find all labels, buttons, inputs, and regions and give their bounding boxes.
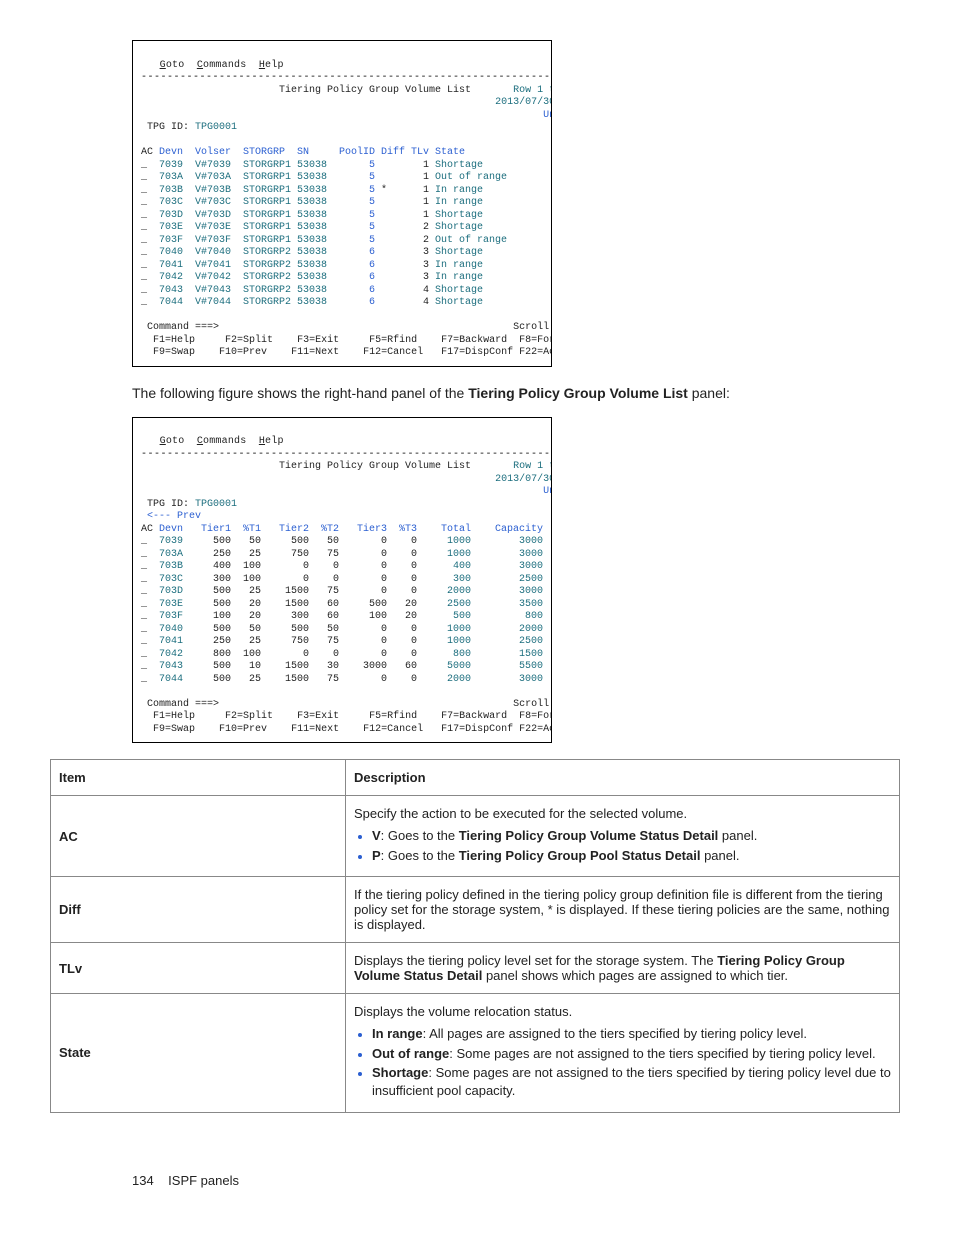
table-row: _703DV#703DSTORGRP1530385 1 Shortage <box>141 210 543 223</box>
menu-commands[interactable]: C <box>197 436 203 447</box>
table-row: _7043V#7043STORGRP2530386 4 Shortage <box>141 285 543 298</box>
header-line3: Unit : Page <box>141 486 552 497</box>
table-row: DiffIf the tiering policy defined in the… <box>51 877 900 943</box>
table-row: _703EV#703ESTORGRP1530385 2 Shortage <box>141 222 543 235</box>
terminal-panel-left: Goto Commands Help ---------------------… <box>132 40 552 367</box>
desc-cell: Specify the action to be executed for th… <box>346 796 900 877</box>
terminal-panel-right: Goto Commands Help ---------------------… <box>132 417 552 744</box>
prev-indicator: <--- Prev <box>147 511 201 522</box>
fkeys-line1: F1=Help F2=Split F3=Exit F5=Rfind F7=Bac… <box>141 335 552 346</box>
table-row: _70435001015003030006050005500 <box>141 661 543 674</box>
tpg-line: TPG ID: TPG0001 <box>141 499 237 510</box>
table-row: _703D500251500750020003000 <box>141 586 543 599</box>
table-row: _7041V#7041STORGRP2530386 3 In range <box>141 260 543 273</box>
table-row: _704125025750750010002500 <box>141 636 543 649</box>
section-title: ISPF panels <box>168 1173 239 1188</box>
menu-help[interactable]: H <box>259 436 265 447</box>
header-line3: Unit : Page <box>141 110 552 121</box>
cmd-line[interactable]: Command ===> Scroll ===> PAGE <box>141 699 552 710</box>
page-number: 134 <box>132 1173 154 1188</box>
item-cell: State <box>51 994 346 1112</box>
item-cell: AC <box>51 796 346 877</box>
header-line1: Tiering Policy Group Volume List Row 1 t… <box>141 461 552 472</box>
desc-cell: If the tiering policy defined in the tie… <box>346 877 900 943</box>
col-desc: Description <box>346 760 900 796</box>
panel1-headers: ACDevnVolserSTORGRPSNPoolIDDiffTLvState <box>141 147 465 158</box>
desc-cell: Displays the volume relocation status.In… <box>346 994 900 1112</box>
panel2-headers: ACDevnTier1%T1Tier2%T2Tier3%T3TotalCapac… <box>141 524 543 535</box>
fkeys-line1: F1=Help F2=Split F3=Exit F5=Rfind F7=Bac… <box>141 711 552 722</box>
table-row: _704280010000008001500 <box>141 649 543 662</box>
tpg-line: TPG ID: TPG0001 <box>141 122 237 133</box>
table-row: _703A25025750750010003000 <box>141 549 543 562</box>
table-row: StateDisplays the volume relocation stat… <box>51 994 900 1112</box>
cmd-line[interactable]: Command ===> Scroll ===> PAGE <box>141 322 552 333</box>
table-row: _703C30010000003002500 <box>141 574 543 587</box>
prev-line: <--- Prev <box>141 511 201 522</box>
menu-bar[interactable]: Goto Commands Help <box>141 60 284 71</box>
table-row: _7044V#7044STORGRP2530386 4 Shortage <box>141 297 543 310</box>
table-row: _703BV#703BSTORGRP1530385 *1 In range <box>141 185 543 198</box>
table-row: _703E500201500605002025003500 <box>141 599 543 612</box>
caption: The following figure shows the right-han… <box>132 383 904 403</box>
table-row: _7044500251500750020003000 <box>141 674 543 687</box>
table-row: _703CV#703CSTORGRP1530385 1 In range <box>141 197 543 210</box>
table-row: _703AV#703ASTORGRP1530385 1 Out of range <box>141 172 543 185</box>
menu-bar[interactable]: Goto Commands Help <box>141 436 284 447</box>
table-row: TLvDisplays the tiering policy level set… <box>51 943 900 994</box>
table-row: _703950050500500010003000 <box>141 536 543 549</box>
dashed-divider: ----------------------------------------… <box>141 449 552 460</box>
fkeys-line2: F9=Swap F10=Prev F11=Next F12=Cancel F17… <box>141 347 552 358</box>
table-row: _7039V#7039STORGRP1530385 1 Shortage <box>141 160 543 173</box>
col-item: Item <box>51 760 346 796</box>
menu-goto[interactable]: G <box>160 436 166 447</box>
table-row: ACSpecify the action to be executed for … <box>51 796 900 877</box>
menu-commands[interactable]: C <box>197 60 203 71</box>
item-cell: TLv <box>51 943 346 994</box>
panel1-rows: _7039V#7039STORGRP1530385 1 Shortage_703… <box>141 160 543 310</box>
desc-cell: Displays the tiering policy level set fo… <box>346 943 900 994</box>
next-line: Next ---> <box>141 135 552 146</box>
table-row: _703B40010000004003000 <box>141 561 543 574</box>
table-row: _703F100203006010020500800 <box>141 611 543 624</box>
header-line2: 2013/07/30 15:59:36 <box>141 97 552 108</box>
item-cell: Diff <box>51 877 346 943</box>
page-footer: 134 ISPF panels <box>132 1173 904 1188</box>
fkeys-line2: F9=Swap F10=Prev F11=Next F12=Cancel F17… <box>141 724 552 735</box>
table-row: _703FV#703FSTORGRP1530385 2 Out of range <box>141 235 543 248</box>
description-table: Item Description ACSpecify the action to… <box>50 759 900 1112</box>
table-row: _7042V#7042STORGRP2530386 3 In range <box>141 272 543 285</box>
menu-help[interactable]: H <box>259 60 265 71</box>
table-row: _7040V#7040STORGRP2530386 3 Shortage <box>141 247 543 260</box>
panel2-rows: _703950050500500010003000_703A2502575075… <box>141 536 543 686</box>
dashed-divider: ----------------------------------------… <box>141 72 552 83</box>
table-header-row: Item Description <box>51 760 900 796</box>
table-row: _704050050500500010002000 <box>141 624 543 637</box>
header-line1: Tiering Policy Group Volume List Row 1 t… <box>141 85 552 96</box>
header-line2: 2013/07/30 15:59:36 <box>141 474 552 485</box>
